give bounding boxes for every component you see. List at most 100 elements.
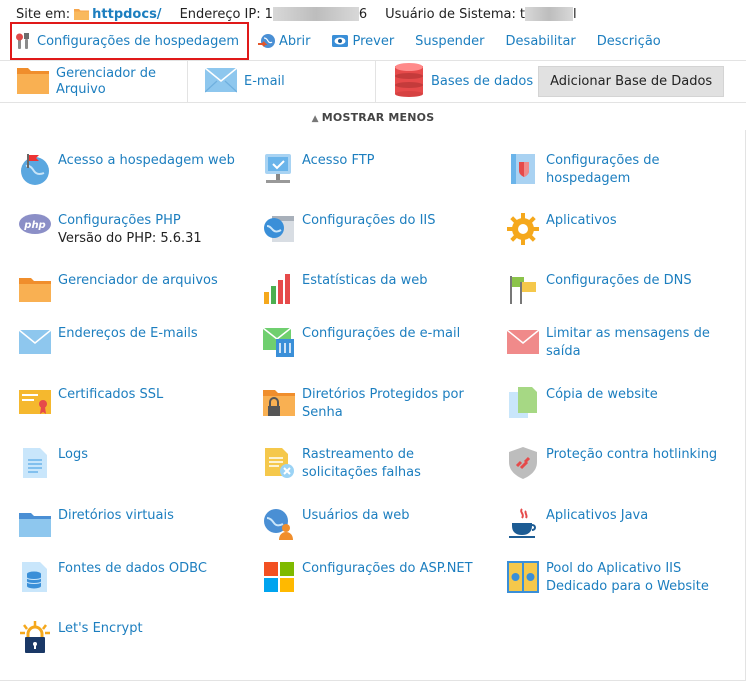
web-hosting-access-label: Acesso a hospedagem web <box>58 153 235 168</box>
java-applications-label: Aplicativos Java <box>546 508 649 523</box>
applications-label: Aplicativos <box>546 213 617 228</box>
wrench-tools-icon <box>16 33 34 49</box>
add-database-button[interactable]: Adicionar Base de Dados <box>538 66 725 97</box>
php-icon: php <box>18 212 52 246</box>
disable-action[interactable]: Desabilitar <box>506 34 576 49</box>
envelope-icon <box>18 325 52 359</box>
shield-link-icon <box>506 446 540 480</box>
show-less-toggle[interactable]: ▲ MOSTRAR MENOS <box>0 111 746 127</box>
chevron-up-icon: ▲ <box>311 114 319 124</box>
java-cup-icon <box>506 507 540 541</box>
dns-flags-icon <box>506 272 540 306</box>
aspnet-settings-label: Configurações do ASP.NET <box>302 561 473 576</box>
bar-chart-icon <box>262 272 296 306</box>
ip-label: Endereço IP: <box>179 6 261 22</box>
system-user-value: tl <box>519 6 577 22</box>
file-manager-item[interactable]: Gerenciador de arquivos <box>18 272 248 306</box>
hosting-settings-item[interactable]: Configurações de hospedagem <box>506 152 736 188</box>
website-copy-item[interactable]: Cópia de website <box>506 386 736 420</box>
email-label: E-mail <box>244 73 285 89</box>
failed-request-icon <box>262 446 296 480</box>
failed-request-tracing-label: Rastreamento de solicitações falhas <box>302 447 421 480</box>
email-addresses-item[interactable]: Endereços de E-mails <box>18 325 248 359</box>
odbc-data-sources-item[interactable]: Fontes de dados ODBC <box>18 560 248 594</box>
email-tool[interactable]: E-mail <box>188 61 376 102</box>
virtual-folder-icon <box>18 507 52 541</box>
globe-flag-icon <box>18 152 52 186</box>
email-addresses-label: Endereços de E-mails <box>58 326 198 341</box>
description-label: Descrição <box>596 33 661 49</box>
failed-request-tracing-item[interactable]: Rastreamento de solicitações falhas <box>262 446 492 482</box>
virtual-directories-label: Diretórios virtuais <box>58 508 174 523</box>
php-version-text: Versão do PHP: 5.6.31 <box>58 231 202 246</box>
ssl-certificates-label: Certificados SSL <box>58 387 164 402</box>
hosting-settings-label: Configurações de hospedagem <box>37 33 239 49</box>
log-file-icon <box>18 446 52 480</box>
open-action[interactable]: Abrir <box>258 33 310 49</box>
web-users-item[interactable]: Usuários da web <box>262 507 492 541</box>
lets-encrypt-item[interactable]: Let's Encrypt <box>18 620 248 654</box>
ftp-access-item[interactable]: Acesso FTP <box>262 152 492 186</box>
odbc-data-sources-label: Fontes de dados ODBC <box>58 561 207 576</box>
limit-outgoing-label: Limitar as mensagens de saída <box>546 326 710 359</box>
hosting-settings-label: Configurações de hospedagem <box>546 153 660 186</box>
globe-arrow-icon <box>258 33 276 49</box>
applications-item[interactable]: Aplicativos <box>506 212 736 246</box>
system-user-label: Usuário de Sistema: <box>385 6 516 22</box>
email-settings-label: Configurações de e-mail <box>302 326 461 341</box>
disable-label: Desabilitar <box>505 33 576 49</box>
web-statistics-item[interactable]: Estatísticas da web <box>262 272 492 306</box>
ftp-monitor-icon <box>262 152 296 186</box>
envelope-settings-icon <box>262 325 296 359</box>
aspnet-settings-item[interactable]: Configurações do ASP.NET <box>262 560 492 594</box>
ip-value: 16 <box>264 6 368 22</box>
folder-icon <box>18 272 52 306</box>
site-info-bar: Site em: httpdocs/ Endereço IP: 16 Usuár… <box>16 5 577 23</box>
ftp-access-label: Acesso FTP <box>302 153 375 168</box>
envelope-limit-icon <box>506 325 540 359</box>
iis-settings-item[interactable]: Configurações do IIS <box>262 212 492 246</box>
hosting-tools-grid: Acesso a hospedagem web Acesso FTP Confi… <box>0 130 746 681</box>
web-hosting-access-item[interactable]: Acesso a hospedagem web <box>18 152 248 186</box>
iis-settings-label: Configurações do IIS <box>302 213 436 228</box>
copy-pages-icon <box>506 386 540 420</box>
web-users-icon <box>262 507 296 541</box>
eye-preview-icon <box>331 33 349 49</box>
protected-directories-label: Diretórios Protegidos por Senha <box>302 387 464 420</box>
folder-icon <box>17 66 49 98</box>
website-copy-label: Cópia de website <box>546 387 658 402</box>
iis-app-pool-item[interactable]: Pool do Aplicativo IIS Dedicado para o W… <box>506 560 736 596</box>
database-page-icon <box>18 560 52 594</box>
limit-outgoing-item[interactable]: Limitar as mensagens de saída <box>506 325 736 361</box>
suspend-label: Suspender <box>415 33 485 49</box>
site-actions: Configurações de hospedagem Abrir Prever… <box>10 22 682 60</box>
suspend-action[interactable]: Suspender <box>415 34 484 49</box>
site-domain-link[interactable]: httpdocs/ <box>92 7 161 22</box>
hotlink-protection-item[interactable]: Proteção contra hotlinking <box>506 446 736 480</box>
preview-label: Prever <box>352 33 395 49</box>
databases-label: Bases de dados <box>431 73 534 89</box>
app-pool-icon <box>506 560 540 594</box>
java-applications-item[interactable]: Aplicativos Java <box>506 507 736 541</box>
php-settings-item[interactable]: php Configurações PHP Versão do PHP: 5.6.… <box>18 212 248 248</box>
iis-app-pool-label: Pool do Aplicativo IIS Dedicado para o W… <box>546 561 709 594</box>
email-settings-item[interactable]: Configurações de e-mail <box>262 325 492 359</box>
logs-item[interactable]: Logs <box>18 446 248 480</box>
lets-encrypt-label: Let's Encrypt <box>58 621 143 636</box>
hotlink-protection-label: Proteção contra hotlinking <box>546 447 718 462</box>
iis-icon <box>262 212 296 246</box>
ssl-certificates-item[interactable]: Certificados SSL <box>18 386 248 420</box>
hosting-book-icon <box>506 152 540 186</box>
file-manager-tool[interactable]: Gerenciador de Arquivo <box>0 61 188 102</box>
virtual-directories-item[interactable]: Diretórios virtuais <box>18 507 248 541</box>
databases-tool[interactable]: Bases de dados Adicionar Base de Dados <box>376 61 725 102</box>
web-users-label: Usuários da web <box>302 508 410 523</box>
lets-encrypt-lock-icon <box>18 620 52 654</box>
hosting-settings-action[interactable]: Configurações de hospedagem <box>10 22 249 60</box>
preview-action[interactable]: Prever <box>331 33 394 49</box>
description-action[interactable]: Descrição <box>597 34 661 49</box>
dns-settings-item[interactable]: Configurações de DNS <box>506 272 736 306</box>
web-statistics-label: Estatísticas da web <box>302 273 428 288</box>
protected-directories-item[interactable]: Diretórios Protegidos por Senha <box>262 386 492 422</box>
logs-label: Logs <box>58 447 88 462</box>
